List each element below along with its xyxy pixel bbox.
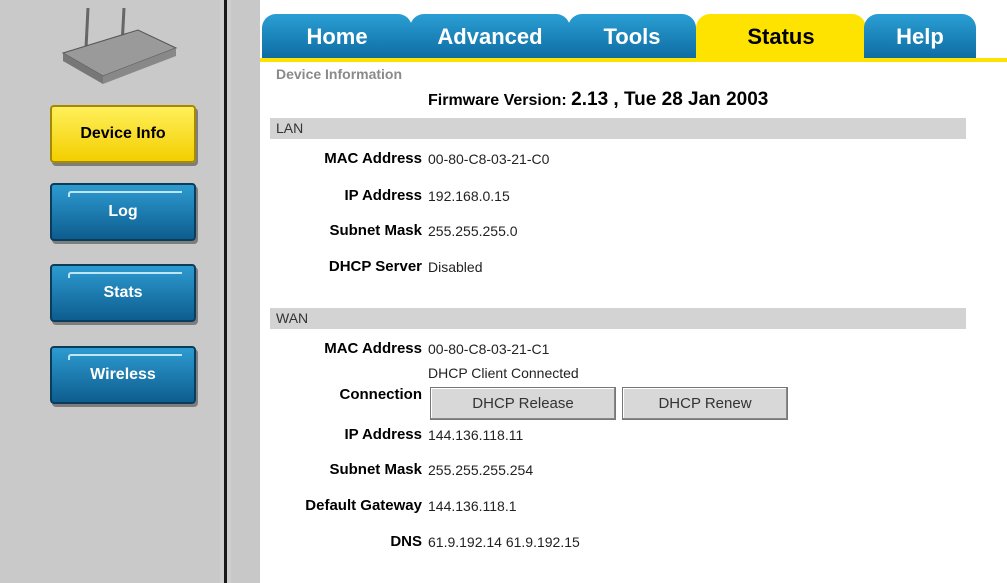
lan-dhcp-value: Disabled	[428, 259, 483, 275]
divider-line	[224, 0, 227, 583]
wan-mac-label: MAC Address	[324, 340, 422, 357]
stats-label: Stats	[103, 284, 143, 301]
device-info-label: Device Info	[80, 125, 166, 142]
tab-bar: Home Advanced Tools Status Help	[260, 14, 1007, 60]
wan-connection-label: Connection	[339, 386, 423, 403]
lan-header: LAN	[270, 118, 966, 139]
wan-ip-label: IP Address	[344, 426, 422, 443]
firmware-value: 2.13 , Tue 28 Jan 2003	[571, 89, 769, 110]
wireless-label: Wireless	[90, 366, 156, 383]
lan-ip-label: IP Address	[344, 187, 422, 204]
dhcp-release-button[interactable]: DHCP Release	[430, 387, 616, 420]
tab-home[interactable]: Home	[262, 14, 412, 60]
wan-mac-value: 00-80-C8-03-21-C1	[428, 341, 550, 357]
device-info-button[interactable]: Device Info	[50, 105, 196, 163]
dhcp-renew-button[interactable]: DHCP Renew	[622, 387, 788, 420]
lan-subnet-value: 255.255.255.0	[428, 223, 518, 239]
lan-ip-value: 192.168.0.15	[428, 188, 510, 204]
lan-dhcp-label: DHCP Server	[328, 258, 422, 275]
divider	[220, 0, 231, 583]
tab-underline	[260, 58, 1007, 62]
firmware-label: Firmware Version:	[428, 92, 567, 109]
section-title: Device Information	[276, 66, 403, 82]
router-icon	[61, 8, 178, 84]
wan-dns-value: 61.9.192.14 61.9.192.15	[428, 534, 580, 550]
tab-advanced[interactable]: Advanced	[410, 14, 570, 60]
wan-subnet-value: 255.255.255.254	[428, 462, 534, 478]
tab-help[interactable]: Help	[864, 14, 976, 60]
wan-ip-value: 144.136.118.11	[428, 427, 524, 443]
tab-tools[interactable]: Tools	[568, 14, 696, 60]
wan-header: WAN	[270, 308, 966, 329]
lan-mac-label: MAC Address	[324, 150, 422, 167]
firmware-line: Firmware Version: 2.13 , Tue 28 Jan 2003	[428, 89, 768, 111]
stats-button[interactable]: Stats	[50, 264, 196, 322]
wan-connection-value: DHCP Client Connected	[428, 365, 579, 381]
wan-subnet-label: Subnet Mask	[329, 461, 422, 478]
tab-status[interactable]: Status	[696, 14, 866, 60]
lan-mac-value: 00-80-C8-03-21-C0	[428, 151, 550, 167]
wireless-button[interactable]: Wireless	[50, 346, 196, 404]
lan-subnet-label: Subnet Mask	[329, 222, 422, 239]
wan-gateway-value: 144.136.118.1	[428, 498, 517, 514]
sidebar: Device Info Log Stats Wireless	[0, 0, 220, 583]
wan-dns-label: DNS	[390, 533, 422, 550]
log-label: Log	[108, 203, 138, 220]
main-panel: Home Advanced Tools Status Help Device I…	[260, 0, 1007, 583]
log-button[interactable]: Log	[50, 183, 196, 241]
wan-gateway-label: Default Gateway	[305, 497, 422, 514]
